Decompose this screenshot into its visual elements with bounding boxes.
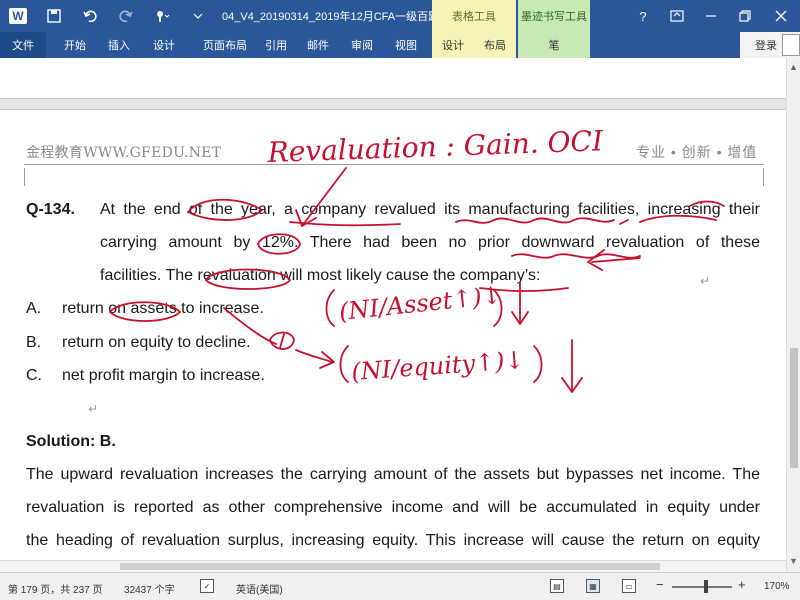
page-header-left: 金程教育WWW.GFEDU.NET — [26, 145, 222, 161]
read-mode-icon[interactable]: ▤ — [550, 579, 564, 593]
question-number: Q-134. — [26, 201, 75, 218]
zoom-slider-thumb[interactable] — [704, 580, 708, 593]
crop-mark-left — [24, 168, 25, 186]
option-b-letter: B. — [26, 334, 42, 351]
question-line-1: At the end of the year, a company revalu… — [100, 201, 760, 218]
help-icon[interactable]: ? — [626, 0, 660, 32]
zoom-in-icon[interactable]: + — [738, 577, 746, 592]
tab-page-layout[interactable]: 页面布局 — [190, 32, 260, 58]
option-a-text: return on assets to increase. — [62, 300, 264, 317]
page-count[interactable]: 第 179 页，共 237 页 — [8, 581, 102, 596]
close-icon[interactable] — [764, 0, 798, 32]
title-bar: W 04_V4_20190314_2019年12月CFA一级百题... 表格工具… — [0, 0, 800, 32]
word-count[interactable]: 32437 个字 — [124, 581, 175, 596]
tab-file[interactable]: 文件 — [0, 32, 46, 58]
tab-insert[interactable]: 插入 — [98, 32, 140, 58]
zoom-slider[interactable] — [672, 586, 732, 588]
tab-view[interactable]: 视图 — [384, 32, 428, 58]
print-layout-icon[interactable]: ▦ — [586, 579, 600, 593]
touch-mode-icon[interactable] — [144, 0, 180, 32]
paragraph-mark: ↵ — [88, 402, 99, 416]
proofing-icon[interactable]: ✓ — [200, 579, 214, 593]
tab-references[interactable]: 引用 — [254, 32, 298, 58]
web-layout-icon[interactable]: ▭ — [622, 579, 636, 593]
option-c-letter: C. — [26, 367, 42, 384]
tab-pen[interactable]: 笔 — [518, 32, 590, 58]
tab-table-design[interactable]: 设计 — [432, 32, 474, 58]
document-title: 04_V4_20190314_2019年12月CFA一级百题... — [222, 11, 449, 23]
tab-mailings[interactable]: 邮件 — [296, 32, 340, 58]
save-icon[interactable] — [36, 0, 72, 32]
ribbon-tab-bar: 文件 开始 插入 设计 页面布局 引用 邮件 审阅 视图 设计 布局 笔 — [0, 32, 800, 58]
minimize-icon[interactable] — [694, 0, 728, 32]
tab-table-layout[interactable]: 布局 — [474, 32, 516, 58]
horizontal-scrollbar-thumb[interactable] — [120, 563, 660, 570]
tab-home[interactable]: 开始 — [52, 32, 98, 58]
redo-icon[interactable] — [108, 0, 144, 32]
vertical-scrollbar[interactable]: ▲ ▼ — [786, 58, 800, 572]
page-break-gap — [0, 98, 786, 110]
solution-line-2: revaluation is reported as other compreh… — [26, 499, 760, 516]
crop-mark-right — [763, 168, 764, 186]
scroll-down-icon[interactable]: ▼ — [789, 556, 798, 566]
avatar[interactable] — [782, 34, 800, 56]
tab-review[interactable]: 审阅 — [340, 32, 384, 58]
question-line-2: carrying amount by 12%. There had been n… — [100, 234, 760, 251]
option-a-letter: A. — [26, 300, 42, 317]
option-b-text: return on equity to decline. — [62, 334, 251, 351]
page-header-right: 专业 • 创新 • 增值 — [636, 144, 758, 160]
language[interactable]: 英语(美国) — [236, 581, 283, 596]
paragraph-mark: ↵ — [700, 274, 711, 288]
login-link[interactable]: 登录 — [755, 37, 777, 53]
zoom-out-icon[interactable]: − — [656, 577, 664, 592]
customize-qat-icon[interactable] — [180, 0, 216, 32]
undo-icon[interactable] — [72, 0, 108, 32]
table-tools-header: 表格工具 — [432, 0, 516, 32]
zoom-level[interactable]: 170% — [764, 581, 790, 592]
tab-design[interactable]: 设计 — [142, 32, 186, 58]
horizontal-scrollbar[interactable] — [0, 560, 786, 572]
ribbon-display-options-icon[interactable] — [660, 0, 694, 32]
header-rule — [24, 164, 764, 165]
solution-line-1: The upward revaluation increases the car… — [26, 466, 760, 483]
scroll-up-icon[interactable]: ▲ — [789, 62, 798, 72]
restore-icon[interactable] — [728, 0, 762, 32]
ink-tools-header: 墨迹书写工具 — [518, 0, 590, 32]
quick-access-toolbar: W — [0, 0, 216, 32]
scrollbar-thumb[interactable] — [790, 348, 798, 468]
option-c-text: net profit margin to increase. — [62, 367, 265, 384]
status-bar: 第 179 页，共 237 页 32437 个字 ✓ 英语(美国) ▤ ▦ ▭ … — [0, 572, 800, 600]
word-logo-icon: W — [0, 0, 36, 32]
solution-label: Solution: B. — [26, 433, 116, 450]
question-line-3: facilities. The revaluation will most li… — [100, 267, 541, 284]
solution-line-3: the heading of revaluation surplus, incr… — [26, 532, 760, 549]
